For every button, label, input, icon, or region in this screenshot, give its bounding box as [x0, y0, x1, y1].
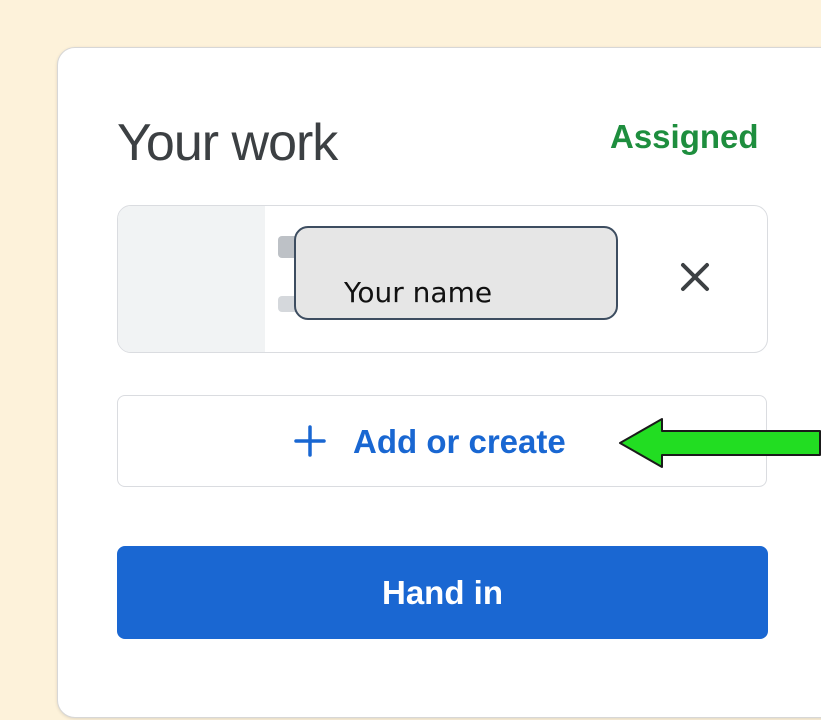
name-redaction-box: Your name	[294, 226, 618, 320]
status-badge: Assigned	[610, 118, 759, 155]
close-icon	[681, 263, 709, 291]
arrow-left-icon	[619, 418, 821, 468]
remove-attachment-button[interactable]	[673, 255, 717, 299]
attachment-thumbnail	[118, 206, 265, 352]
add-or-create-label: Add or create	[353, 423, 566, 460]
name-label: Your name	[344, 276, 493, 309]
card-title: Your work	[117, 114, 338, 172]
hand-in-button[interactable]: Hand in	[117, 546, 768, 639]
plus-icon	[294, 425, 326, 457]
